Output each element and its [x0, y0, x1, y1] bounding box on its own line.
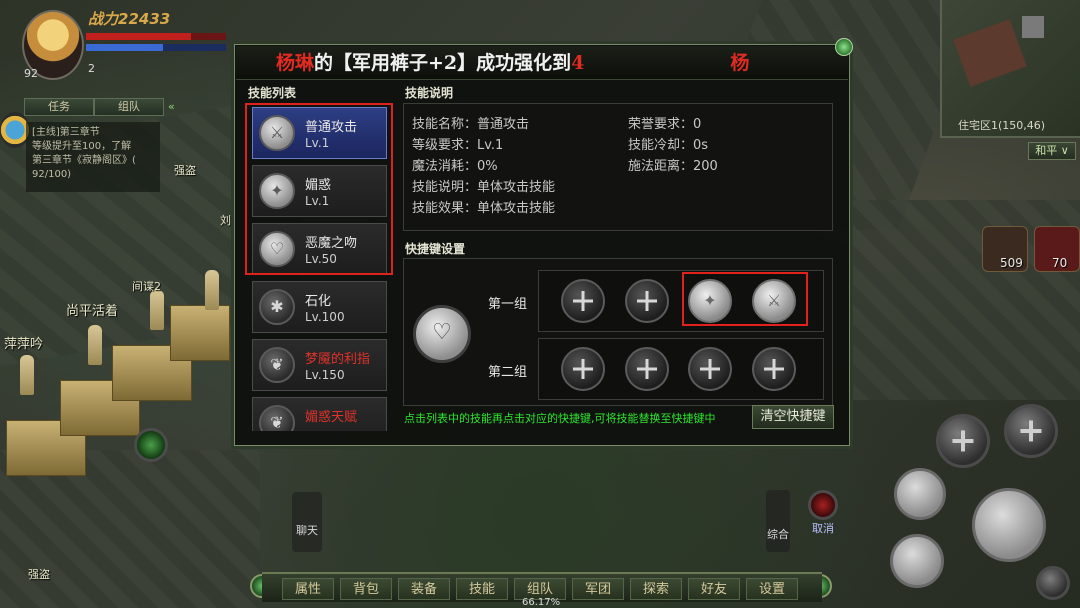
system-broadcast-banner: 杨琳的【军用裤子+2】成功强化到4 杨	[236, 46, 848, 80]
desc-effect: 技能效果：单体攻击技能	[412, 201, 556, 216]
desc-honor-req: 荣誉要求：0	[628, 117, 702, 132]
npc-label[interactable]: 间谍2	[132, 278, 161, 294]
skill-name: 梦魇的利指	[305, 352, 371, 367]
mp-bar	[86, 44, 226, 51]
chat-label: 聊天	[296, 524, 318, 537]
npc-label[interactable]: 尚平活着	[66, 300, 118, 319]
banner-player-name: 杨琳	[276, 52, 315, 74]
combine-button[interactable]: 综合	[766, 490, 790, 552]
menu-equipment[interactable]: 装备	[398, 578, 450, 600]
tab-tasks[interactable]: 任务	[24, 98, 94, 116]
selected-skill-preview-heart-icon: ♡	[413, 305, 471, 363]
desc-description: 技能说明：单体攻击技能	[412, 180, 556, 195]
cancel-button[interactable]: 取消	[806, 492, 840, 535]
sparkle-skill-button[interactable]	[894, 468, 946, 520]
hotkey-slot-empty[interactable]	[625, 279, 669, 323]
sword-skill-button[interactable]	[890, 534, 944, 588]
stage-suffix: 2	[88, 62, 95, 75]
joystick-icon[interactable]	[134, 428, 168, 462]
banner-message: 的【军用裤子+2】成功强化到	[314, 52, 572, 74]
hotkey-slot-empty[interactable]	[561, 279, 605, 323]
skill-name: 媚惑天赋	[305, 410, 358, 425]
skill-level: Lv.150	[305, 368, 345, 382]
skill-item-petrify[interactable]: ✱ 石化 Lv.100	[252, 281, 387, 333]
hotkey-slot-empty[interactable]	[752, 347, 796, 391]
skill-item-charm-talent[interactable]: ❦ 媚惑天赋	[252, 397, 387, 431]
heart-skill-button[interactable]	[972, 488, 1046, 562]
combat-power-value: 22433	[118, 10, 171, 28]
hp-bar-fill	[86, 33, 191, 40]
hotkey-slot-empty[interactable]	[625, 347, 669, 391]
quest-line: 第三章节《寂静阁区》(	[32, 155, 136, 166]
menu-friends[interactable]: 好友	[688, 578, 740, 600]
group-2-label: 第二组	[488, 365, 528, 380]
empty-skill-slot[interactable]	[1004, 404, 1058, 458]
desc-skill-name: 技能名称：普通攻击	[412, 117, 530, 132]
npc-label[interactable]: 强盗	[28, 566, 50, 582]
quest-line: 等级提升至100，了解	[32, 141, 132, 152]
hp-bar	[86, 33, 226, 40]
claw-icon: ❦	[259, 347, 295, 383]
desc-mp-cost: 魔法消耗：0%	[412, 159, 498, 174]
skill-level: Lv.100	[305, 310, 345, 324]
player-level: 92	[24, 67, 38, 80]
desc-range: 施法距离：200	[628, 159, 718, 174]
tab-team[interactable]: 组队	[94, 98, 164, 116]
skill-name: 石化	[305, 294, 332, 309]
cancel-label: 取消	[812, 522, 834, 535]
stone-icon: ✱	[259, 289, 295, 325]
statue	[20, 355, 34, 395]
menu-attributes[interactable]: 属性	[282, 578, 334, 600]
hotkey-slot-empty[interactable]	[688, 347, 732, 391]
consumable-count: 70	[1052, 256, 1068, 270]
banner-next-name: 杨	[730, 52, 750, 74]
combat-power: 战力22433	[88, 8, 170, 29]
combat-power-label: 战力	[88, 10, 119, 28]
clear-hotkeys-button[interactable]: 清空快捷键	[752, 405, 834, 429]
group-1-label: 第一组	[488, 297, 528, 312]
quest-line: [主线]第三章节	[32, 127, 100, 138]
statue	[205, 270, 219, 310]
menu-settings[interactable]: 设置	[746, 578, 798, 600]
minimap-building	[1022, 16, 1044, 38]
hotkey-hint: 点击列表中的技能再点击对应的快捷键,可将技能替换至快捷键中	[404, 412, 716, 425]
empty-skill-slot[interactable]	[936, 414, 990, 468]
highlight-frame	[245, 103, 393, 275]
hotkey-title: 快捷键设置	[405, 242, 466, 256]
menu-explore[interactable]: 探索	[630, 578, 682, 600]
consumable-count: 509	[1000, 256, 1023, 270]
close-icon[interactable]	[835, 38, 853, 56]
mp-bar-fill	[86, 44, 163, 51]
npc-label[interactable]: 萍萍吟	[4, 333, 43, 352]
statue	[150, 290, 164, 330]
npc-label[interactable]: 刘	[220, 212, 231, 228]
quest-tracker[interactable]: [主线]第三章节 等级提升至100，了解 第三章节《寂静阁区》( 92/100)	[26, 122, 160, 192]
pk-mode-label: 和平	[1035, 144, 1058, 157]
talent-icon: ❦	[259, 405, 295, 431]
statue-pedestal	[170, 305, 230, 361]
desc-level-req: 等级要求：Lv.1	[412, 138, 504, 153]
collapse-chevron-icon[interactable]: «	[168, 98, 186, 116]
hotkey-highlight-frame	[682, 272, 808, 326]
skill-desc-title: 技能说明	[405, 86, 454, 100]
chat-button[interactable]: 聊天	[292, 492, 322, 552]
pk-mode-button[interactable]: 和平 ∨	[1028, 142, 1076, 160]
hotkey-slot-empty[interactable]	[561, 347, 605, 391]
skill-item-nightmare-claw[interactable]: ❦ 梦魇的利指 Lv.150	[252, 339, 387, 391]
statue	[88, 325, 102, 365]
settings-gear-icon[interactable]	[1036, 566, 1070, 600]
quest-line: 92/100)	[32, 169, 72, 180]
menu-skills[interactable]: 技能	[456, 578, 508, 600]
minimap-location: 住宅区1(150,46)	[958, 119, 1046, 132]
skill-list-title: 技能列表	[248, 86, 297, 100]
combine-label: 综合	[767, 528, 789, 541]
menu-legion[interactable]: 军团	[572, 578, 624, 600]
npc-label[interactable]: 强盗	[174, 162, 196, 178]
menu-bag[interactable]: 背包	[340, 578, 392, 600]
banner-level: 4	[571, 52, 585, 74]
minimap-building	[953, 19, 1027, 87]
exp-percent: 66.17%	[522, 597, 561, 608]
desc-cooldown: 技能冷却：0s	[628, 138, 709, 153]
